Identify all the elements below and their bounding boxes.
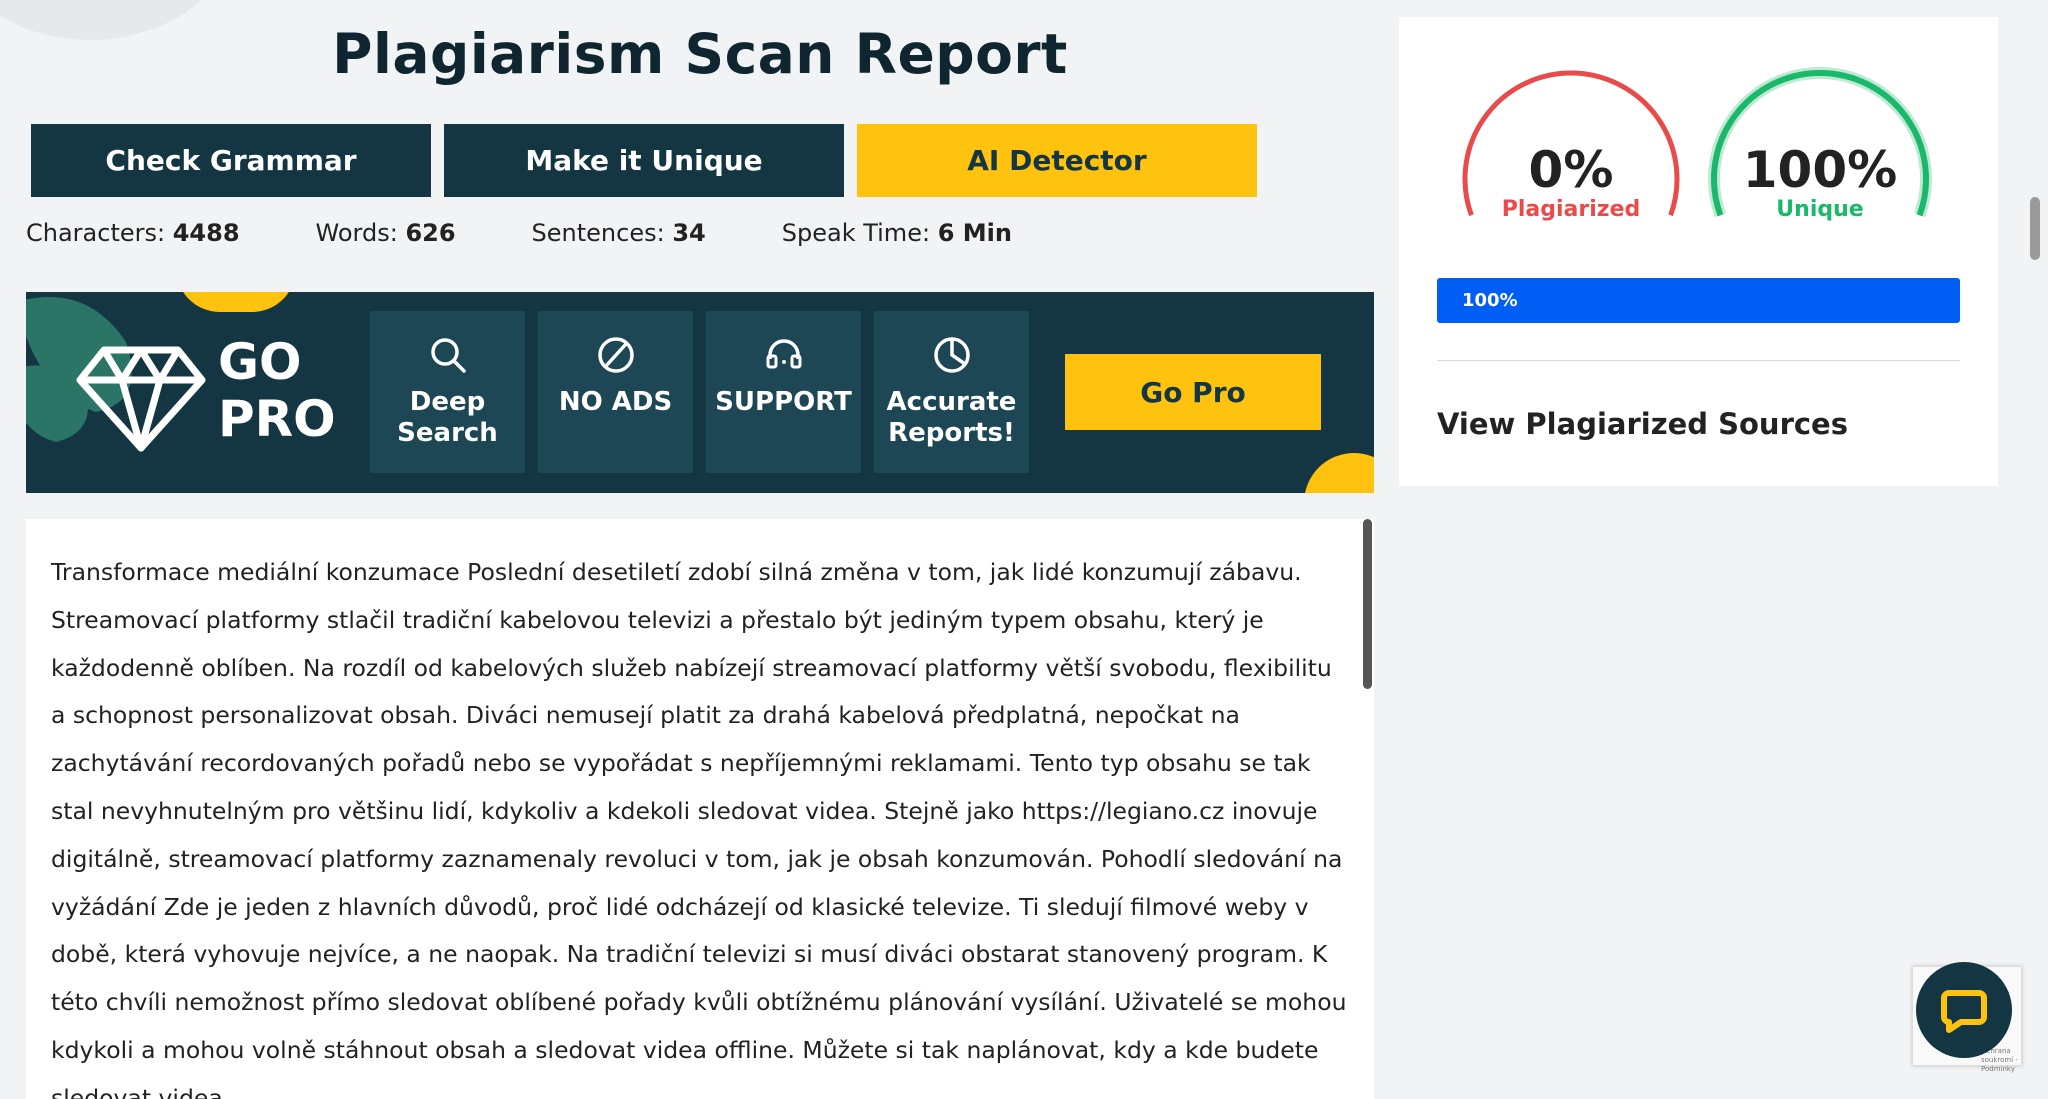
feature-deep-search: Deep Search bbox=[370, 311, 525, 473]
yellow-decoration bbox=[1304, 453, 1374, 493]
progress-bar: 100% bbox=[1437, 278, 1960, 323]
scanned-text-box[interactable]: Transformace mediální konzumace Poslední… bbox=[26, 519, 1374, 1099]
plagiarized-percent: 0% bbox=[1528, 141, 1614, 199]
view-plagiarized-sources-heading[interactable]: View Plagiarized Sources bbox=[1437, 407, 1848, 441]
words-stat: Words: 626 bbox=[315, 219, 456, 247]
plagiarized-label: Plagiarized bbox=[1501, 197, 1641, 222]
page-scrollbar[interactable] bbox=[2030, 197, 2040, 260]
text-stats: Characters: 4488 Words: 626 Sentences: 3… bbox=[26, 219, 1088, 247]
chat-button[interactable] bbox=[1916, 962, 2012, 1058]
chat-icon bbox=[1941, 990, 1987, 1033]
unique-gauge: 100% Unique bbox=[1705, 67, 1935, 257]
feature-support: SUPPORT bbox=[706, 311, 861, 473]
no-ads-icon bbox=[597, 337, 634, 373]
speak-time-stat: Speak Time: 6 Min bbox=[781, 219, 1012, 247]
feature-no-ads: NO ADS bbox=[538, 311, 693, 473]
ai-detector-button[interactable]: AI Detector bbox=[857, 124, 1257, 197]
tool-tabs: Check Grammar Make it Unique AI Detector bbox=[31, 124, 1257, 197]
scanned-text: Transformace mediální konzumace Poslední… bbox=[51, 558, 1347, 1099]
go-pro-heading: GO PRO bbox=[218, 333, 336, 448]
headset-icon bbox=[766, 339, 801, 369]
plagiarized-gauge: 0% Plagiarized bbox=[1456, 67, 1686, 257]
check-grammar-button[interactable]: Check Grammar bbox=[31, 124, 431, 197]
feature-accurate-reports: Accurate Reports! bbox=[874, 311, 1029, 473]
divider bbox=[1437, 360, 1960, 361]
unique-percent: 100% bbox=[1742, 141, 1898, 199]
go-pro-button[interactable]: Go Pro bbox=[1065, 354, 1321, 430]
page-title: Plagiarism Scan Report bbox=[332, 22, 1068, 86]
sentences-stat: Sentences: 34 bbox=[531, 219, 706, 247]
unique-label: Unique bbox=[1776, 197, 1864, 222]
diamond-icon bbox=[76, 346, 206, 452]
characters-stat: Characters: 4488 bbox=[26, 219, 240, 247]
make-unique-button[interactable]: Make it Unique bbox=[444, 124, 844, 197]
pie-chart-icon bbox=[933, 337, 970, 373]
text-scrollbar[interactable] bbox=[1363, 519, 1372, 689]
go-pro-banner: GO PRO Deep Search NO ADS SUPPORT Accura… bbox=[26, 292, 1374, 493]
search-icon bbox=[430, 338, 466, 373]
results-card: 0% Plagiarized 100% Unique 100% View Pla… bbox=[1399, 17, 1998, 486]
